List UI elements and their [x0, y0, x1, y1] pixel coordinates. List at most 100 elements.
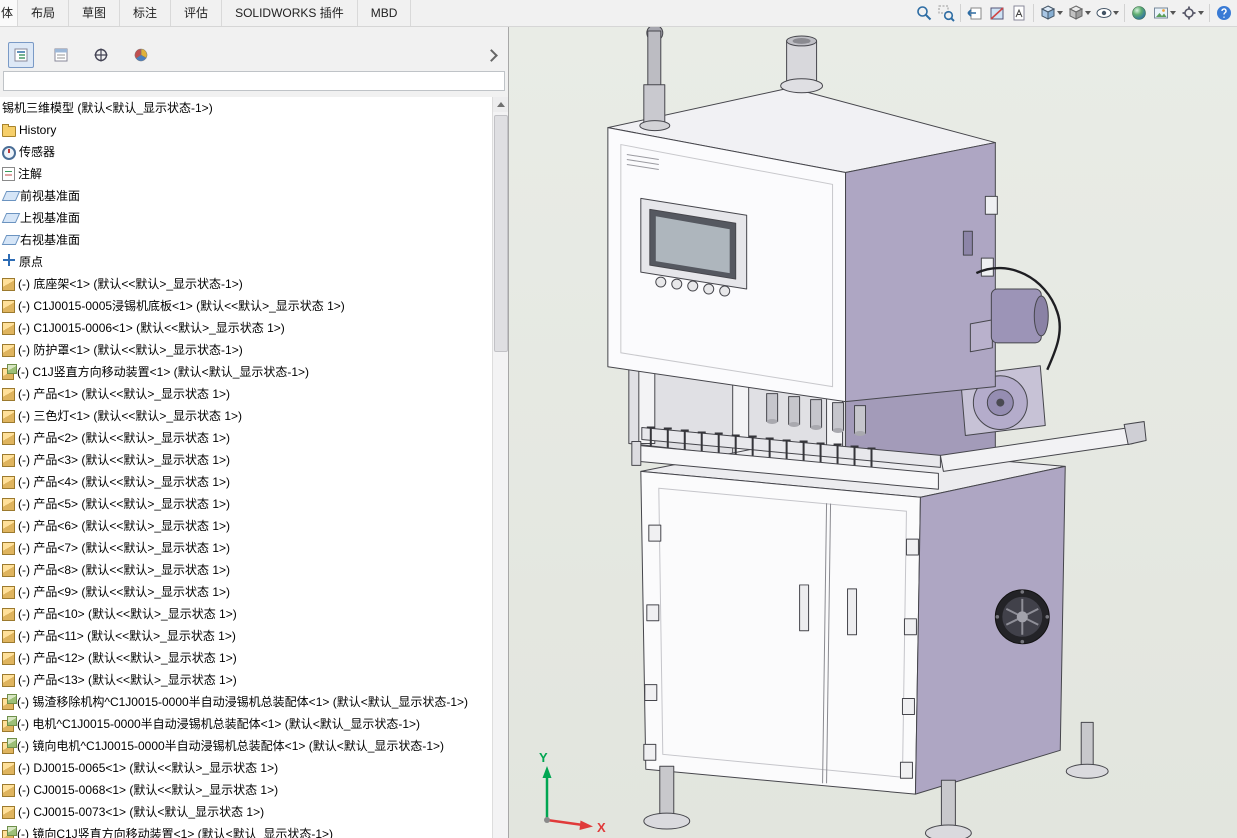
tree-item[interactable]: (-) 产品<11> (默认<<默认>_显示状态 1>): [0, 625, 493, 647]
plane-icon: [1, 235, 21, 245]
tree-item[interactable]: 上视基准面: [0, 207, 493, 229]
view-settings-icon[interactable]: [1178, 2, 1200, 24]
part-icon: [2, 454, 15, 467]
tab-4[interactable]: 评估: [171, 0, 223, 26]
tree-item[interactable]: 原点: [0, 251, 493, 273]
tree-item[interactable]: (-) CJ0015-0068<1> (默认<<默认>_显示状态 1>): [0, 779, 493, 801]
featuremanager-tab[interactable]: [8, 42, 34, 68]
zoom-area-icon[interactable]: [935, 2, 957, 24]
part-icon: [2, 344, 15, 357]
zoom-fit-icon[interactable]: [913, 2, 935, 24]
annotation-views-icon[interactable]: [1008, 2, 1030, 24]
assembly-icon: [2, 364, 17, 380]
graphics-viewport[interactable]: Y X: [509, 27, 1237, 838]
tree-item[interactable]: (-) 产品<3> (默认<<默认>_显示状态 1>): [0, 449, 493, 471]
scrollbar-thumb[interactable]: [494, 115, 508, 352]
tree-item[interactable]: (-) 产品<12> (默认<<默认>_显示状态 1>): [0, 647, 493, 669]
displaymanager-tab[interactable]: [128, 42, 154, 68]
tree-item[interactable]: History: [0, 119, 493, 141]
toolbar-separator: [1124, 4, 1125, 22]
tree-item[interactable]: (-) 产品<9> (默认<<默认>_显示状态 1>): [0, 581, 493, 603]
tree-item[interactable]: (-) 镜向电机^C1J0015-0000半自动浸锡机总装配体<1> (默认<默…: [0, 735, 493, 757]
scroll-up-arrow-icon[interactable]: [493, 97, 508, 112]
tree-item[interactable]: (-) C1J0015-0006<1> (默认<<默认>_显示状态 1>): [0, 317, 493, 339]
hide-show-items-icon[interactable]: [1093, 2, 1115, 24]
tree-item[interactable]: 锡机三维模型 (默认<默认_显示状态-1>): [0, 97, 493, 119]
chevron-down-icon[interactable]: [1170, 11, 1176, 15]
apply-scene-icon[interactable]: [1150, 2, 1172, 24]
tree-item[interactable]: (-) C1J0015-0005浸锡机底板<1> (默认<<默认>_显示状态 1…: [0, 295, 493, 317]
chevron-down-icon[interactable]: [1085, 11, 1091, 15]
tree-item[interactable]: (-) 产品<7> (默认<<默认>_显示状态 1>): [0, 537, 493, 559]
tree-item[interactable]: (-) 产品<8> (默认<<默认>_显示状态 1>): [0, 559, 493, 581]
tree-item[interactable]: (-) 产品<6> (默认<<默认>_显示状态 1>): [0, 515, 493, 537]
part-icon: [2, 388, 15, 401]
chevron-down-icon[interactable]: [1057, 11, 1063, 15]
3d-model[interactable]: [509, 27, 1237, 838]
part-icon: [2, 806, 15, 819]
folder-icon: [2, 124, 16, 137]
part-icon: [2, 762, 15, 775]
tree-filter-bar[interactable]: [3, 71, 505, 91]
tree-item[interactable]: (-) 底座架<1> (默认<<默认>_显示状态-1>): [0, 273, 493, 295]
part-icon: [2, 322, 15, 335]
tree-item[interactable]: (-) 产品<1> (默认<<默认>_显示状态 1>): [0, 383, 493, 405]
tree-item[interactable]: (-) 锡渣移除机构^C1J0015-0000半自动浸锡机总装配体<1> (默认…: [0, 691, 493, 713]
assembly-icon: [2, 716, 17, 732]
toolbar-separator: [960, 4, 961, 22]
tree-item[interactable]: (-) 产品<10> (默认<<默认>_显示状态 1>): [0, 603, 493, 625]
view-toolbar: [913, 0, 1237, 26]
expand-panel-icon[interactable]: [485, 48, 498, 62]
tab-assembly-partial[interactable]: 体: [0, 0, 18, 26]
part-icon: [2, 476, 15, 489]
feature-manager-panel: 锡机三维模型 (默认<默认_显示状态-1>) History 传感器 注解 前视…: [0, 27, 509, 838]
assembly-icon: [2, 738, 17, 754]
tree-item[interactable]: (-) C1J竖直方向移动装置<1> (默认<默认_显示状态-1>): [0, 361, 493, 383]
tree-item[interactable]: 传感器: [0, 141, 493, 163]
part-icon: [2, 630, 15, 643]
tree-wrap: 锡机三维模型 (默认<默认_显示状态-1>) History 传感器 注解 前视…: [0, 97, 508, 838]
assembly-icon: [2, 826, 17, 838]
tab-5[interactable]: SOLIDWORKS 插件: [222, 0, 358, 26]
tree-item[interactable]: (-) 防护罩<1> (默认<<默认>_显示状态-1>): [0, 339, 493, 361]
tree-item[interactable]: 前视基准面: [0, 185, 493, 207]
tree-item[interactable]: 右视基准面: [0, 229, 493, 251]
tab-1[interactable]: 布局: [18, 0, 70, 26]
part-icon: [2, 784, 15, 797]
feature-tree: 锡机三维模型 (默认<默认_显示状态-1>) History 传感器 注解 前视…: [0, 97, 493, 838]
tree-item[interactable]: (-) 产品<13> (默认<<默认>_显示状态 1>): [0, 669, 493, 691]
tree-item[interactable]: (-) 三色灯<1> (默认<<默认>_显示状态 1>): [0, 405, 493, 427]
tab-6[interactable]: MBD: [358, 0, 412, 26]
chevron-down-icon[interactable]: [1198, 11, 1204, 15]
tree-item[interactable]: (-) 产品<5> (默认<<默认>_显示状态 1>): [0, 493, 493, 515]
coordinate-triad: Y X: [539, 750, 606, 835]
tree-item[interactable]: (-) DJ0015-0065<1> (默认<<默认>_显示状态 1>): [0, 757, 493, 779]
content: 锡机三维模型 (默认<默认_显示状态-1>) History 传感器 注解 前视…: [0, 27, 1237, 838]
tab-2[interactable]: 草图: [69, 0, 121, 26]
edit-appearance-icon[interactable]: [1128, 2, 1150, 24]
tab-3[interactable]: 标注: [120, 0, 172, 26]
tree-item[interactable]: (-) 镜向C1J竖直方向移动装置<1> (默认<默认_显示状态-1>): [0, 823, 493, 838]
triad-y-label: Y: [539, 750, 548, 765]
part-icon: [2, 586, 15, 599]
tree-item[interactable]: (-) 电机^C1J0015-0000半自动浸锡机总装配体<1> (默认<默认_…: [0, 713, 493, 735]
chevron-down-icon[interactable]: [1113, 11, 1119, 15]
previous-view-icon[interactable]: [964, 2, 986, 24]
configurationmanager-tab[interactable]: [88, 42, 114, 68]
part-icon: [2, 432, 15, 445]
assembly-icon: [2, 694, 17, 710]
toolbar-separator: [1033, 4, 1034, 22]
tree-scrollbar[interactable]: [492, 97, 508, 838]
view-orientation-icon[interactable]: [1037, 2, 1059, 24]
tree-item[interactable]: (-) CJ0015-0073<1> (默认<默认_显示状态 1>): [0, 801, 493, 823]
triad-x-label: X: [597, 820, 606, 835]
tree-item[interactable]: (-) 产品<2> (默认<<默认>_显示状态 1>): [0, 427, 493, 449]
propertymanager-tab[interactable]: [48, 42, 74, 68]
part-icon: [2, 674, 15, 687]
help-icon[interactable]: [1213, 2, 1235, 24]
tree-item[interactable]: 注解: [0, 163, 493, 185]
command-tabs: 布局 草图 标注 评估 SOLIDWORKS 插件 MBD: [18, 0, 412, 26]
tree-item[interactable]: (-) 产品<4> (默认<<默认>_显示状态 1>): [0, 471, 493, 493]
display-style-icon[interactable]: [1065, 2, 1087, 24]
section-view-icon[interactable]: [986, 2, 1008, 24]
